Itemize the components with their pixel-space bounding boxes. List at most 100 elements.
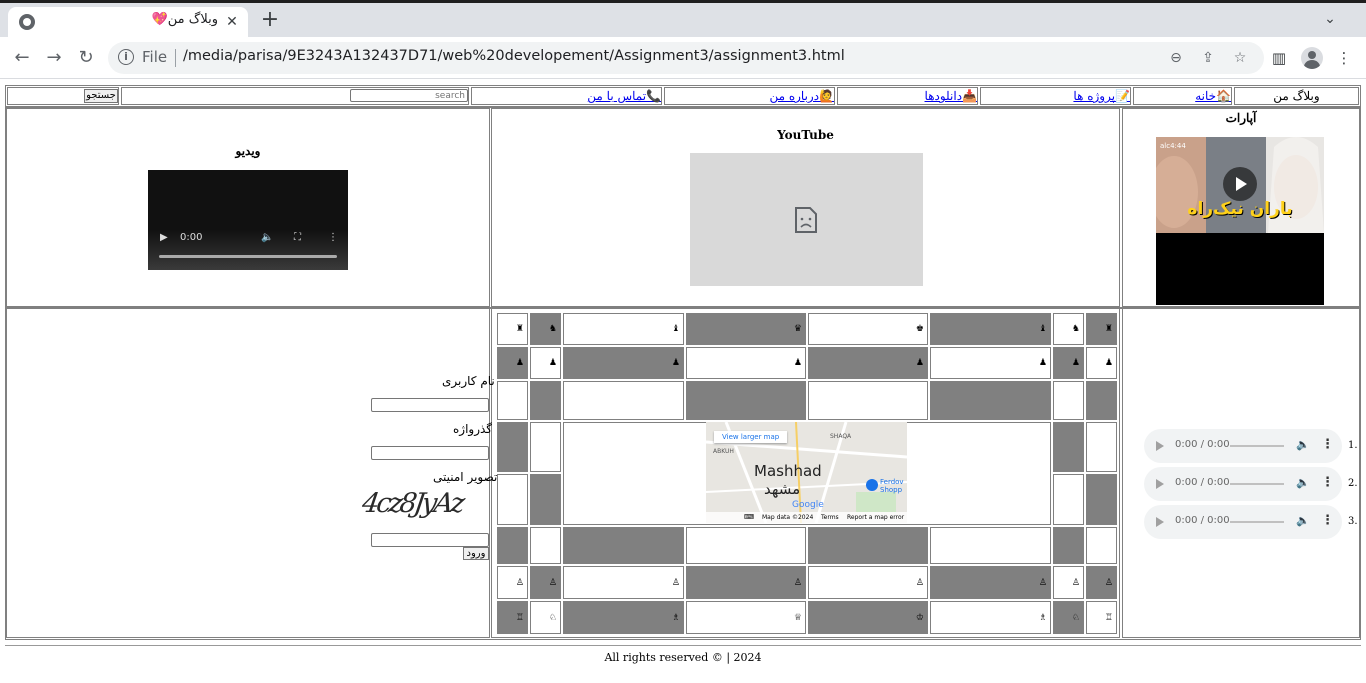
site-info-icon[interactable]: i xyxy=(118,49,134,65)
audio-seek-bar[interactable] xyxy=(1230,521,1284,523)
chess-piece: ♟ xyxy=(671,358,680,368)
chess-square: ♘ xyxy=(530,601,561,634)
password-label: گذرواژه xyxy=(453,422,493,436)
chess-square xyxy=(808,381,928,420)
chess-piece: ♟ xyxy=(548,358,557,368)
chess-square: ♟ xyxy=(497,347,528,379)
chess-square xyxy=(1053,474,1084,525)
file-scheme-label: File xyxy=(142,48,168,66)
audio-seek-bar[interactable] xyxy=(1230,483,1284,485)
chess-piece: ♗ xyxy=(671,613,680,623)
chess-square xyxy=(1053,527,1084,564)
video-play-icon[interactable]: ▶ xyxy=(160,232,168,243)
browser-toolbar: ← → ↻ i File /media/parisa/9E3243A132437… xyxy=(0,37,1366,79)
chess-square: ♖ xyxy=(497,601,528,634)
chess-square: ♟ xyxy=(563,347,684,379)
chess-piece: ♜ xyxy=(515,324,524,334)
password-field[interactable] xyxy=(371,446,489,460)
profile-icon[interactable] xyxy=(1301,47,1323,69)
footer-text: All rights reserved © | 2024 xyxy=(604,651,762,664)
chess-piece: ♙ xyxy=(548,578,557,588)
map-terms-link[interactable]: Terms xyxy=(821,514,839,521)
browser-tab[interactable]: وبلاگ من💖 ✕ xyxy=(8,7,248,37)
audio-menu-icon[interactable]: ⋮ xyxy=(1321,475,1334,490)
captcha-label: تصویر امنیتی xyxy=(433,470,498,484)
audio-volume-icon[interactable]: 🔈 xyxy=(1296,514,1310,527)
zoom-icon[interactable]: ⊖ xyxy=(1167,49,1185,67)
chess-piece: ♝ xyxy=(1038,324,1047,334)
sidepanel-icon[interactable]: ▥ xyxy=(1268,47,1290,69)
audio-number: 3. xyxy=(1348,516,1358,527)
map-embed[interactable]: View larger map SHAQA ABKUH Mashhad مشهد… xyxy=(706,422,907,523)
audio-player[interactable]: 0:00 / 0:00 🔈 ⋮ xyxy=(1144,429,1342,463)
chess-piece: ♟ xyxy=(1038,358,1047,368)
audio-menu-icon[interactable]: ⋮ xyxy=(1321,513,1334,528)
nav-downloads-link[interactable]: 📥دانلودها xyxy=(925,89,977,103)
sad-file-icon xyxy=(795,207,817,233)
chess-square: ♟ xyxy=(930,347,1051,379)
nav-about-cell: 🙋درباره من xyxy=(664,87,835,105)
chess-square: ♟ xyxy=(1086,347,1117,379)
audio-volume-icon[interactable]: 🔈 xyxy=(1296,438,1310,451)
chess-piece: ♝ xyxy=(671,324,680,334)
address-bar[interactable]: i File /media/parisa/9E3243A132437D71/we… xyxy=(108,42,1264,74)
login-button[interactable]: ورود xyxy=(463,547,489,560)
aparat-embed[interactable]: alc4:44 باران نیک‌راه xyxy=(1156,137,1324,305)
footer-divider xyxy=(5,645,1361,646)
nav-contact-link[interactable]: 📞تماس با من xyxy=(587,89,661,103)
chess-square xyxy=(686,527,806,564)
username-field[interactable] xyxy=(371,398,489,412)
keyboard-icon[interactable]: ⌨ xyxy=(744,513,754,521)
audio-seek-bar[interactable] xyxy=(1230,445,1284,447)
video-title: ویدیو xyxy=(235,144,261,158)
share-icon[interactable]: ⇪ xyxy=(1199,49,1217,67)
chess-piece: ♙ xyxy=(671,578,680,588)
chess-square xyxy=(530,422,561,472)
captcha-field[interactable] xyxy=(371,533,489,547)
chess-square xyxy=(497,527,528,564)
search-button[interactable]: جستجو xyxy=(84,89,118,103)
audio-menu-icon[interactable]: ⋮ xyxy=(1321,437,1334,452)
youtube-embed[interactable] xyxy=(690,153,923,286)
video-mute-icon[interactable]: 🔈 xyxy=(261,232,273,243)
nav-about-link[interactable]: 🙋درباره من xyxy=(769,89,834,103)
url-text[interactable]: /media/parisa/9E3243A132437D71/web%20dev… xyxy=(183,48,845,64)
nav-projects-link[interactable]: 📝پروژه ها xyxy=(1073,89,1130,103)
chess-piece: ♟ xyxy=(515,358,524,368)
chess-square: ♝ xyxy=(930,313,1051,345)
forward-icon[interactable]: → xyxy=(42,46,66,70)
nav-home-link[interactable]: 🏠خانه xyxy=(1195,89,1231,103)
star-icon[interactable]: ☆ xyxy=(1231,49,1249,67)
chess-square: ♚ xyxy=(808,313,928,345)
map-report-link[interactable]: Report a map error xyxy=(847,514,904,521)
new-tab-button[interactable]: + xyxy=(258,9,282,33)
chess-square: ♙ xyxy=(808,566,928,599)
video-player[interactable]: ▶ 0:00 🔈 ⛶ ⋮ xyxy=(148,170,348,270)
chess-square: ♙ xyxy=(530,566,561,599)
audio-play-icon[interactable] xyxy=(1156,517,1164,527)
chess-square xyxy=(497,474,528,525)
audio-player[interactable]: 0:00 / 0:00 🔈 ⋮ xyxy=(1144,467,1342,501)
map-district-label: ABKUH xyxy=(713,448,734,455)
video-menu-icon[interactable]: ⋮ xyxy=(328,232,338,243)
chess-piece: ♙ xyxy=(915,578,924,588)
view-larger-map-link[interactable]: View larger map xyxy=(714,431,788,443)
tab-search-icon[interactable]: ⌄ xyxy=(1320,11,1340,31)
chess-square: ♙ xyxy=(563,566,684,599)
reload-icon[interactable]: ↻ xyxy=(74,46,98,70)
username-label: نام کاربری xyxy=(442,374,495,388)
search-input[interactable] xyxy=(350,89,468,102)
audio-play-icon[interactable] xyxy=(1156,441,1164,451)
chess-square xyxy=(563,381,684,420)
back-icon[interactable]: ← xyxy=(10,46,34,70)
audio-player[interactable]: 0:00 / 0:00 🔈 ⋮ xyxy=(1144,505,1342,539)
video-progress-bar[interactable] xyxy=(159,255,337,258)
audio-volume-icon[interactable]: 🔈 xyxy=(1296,476,1310,489)
audio-play-icon[interactable] xyxy=(1156,479,1164,489)
video-fullscreen-icon[interactable]: ⛶ xyxy=(294,232,301,243)
map-district-label: SHAQA xyxy=(830,433,852,440)
youtube-title: YouTube xyxy=(777,128,834,142)
close-tab-icon[interactable]: ✕ xyxy=(222,12,242,32)
menu-icon[interactable]: ⋮ xyxy=(1333,47,1355,69)
chess-piece: ♟ xyxy=(793,358,802,368)
